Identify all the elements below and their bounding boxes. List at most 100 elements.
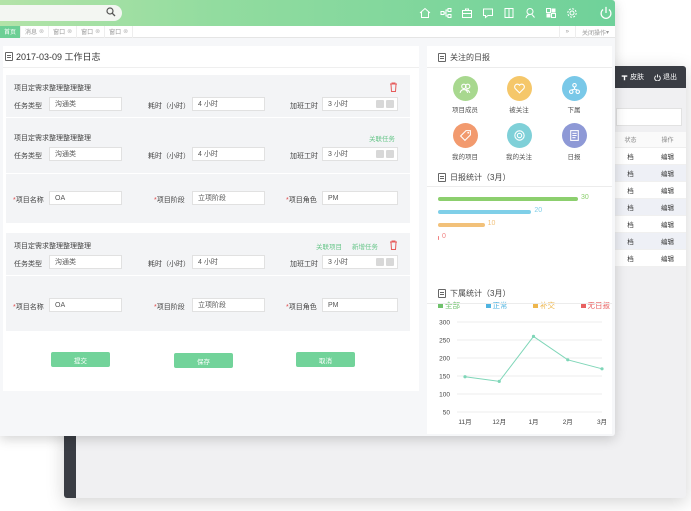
hours-label: 耗时（小时）: [148, 153, 190, 160]
search-icon[interactable]: [106, 7, 116, 17]
y-tick-label: 150: [439, 374, 450, 381]
org-chart-icon[interactable]: [435, 4, 456, 22]
legend-none[interactable]: 无日报: [580, 300, 610, 311]
document-icon: [438, 289, 446, 298]
cancel-button[interactable]: 取消: [296, 352, 355, 367]
report-icon[interactable]: [562, 123, 587, 148]
divider: [6, 117, 410, 118]
tab-window-1[interactable]: 窗口 ⊗: [49, 25, 78, 38]
y-tick-label: 250: [439, 338, 450, 345]
trash-icon[interactable]: [389, 82, 398, 92]
task-type-label: 任务类型: [14, 103, 42, 110]
project-role-field[interactable]: PM: [322, 298, 398, 312]
document-icon: [438, 173, 446, 182]
overtime-stepper[interactable]: [376, 258, 396, 268]
message-icon[interactable]: [477, 4, 498, 22]
power-icon[interactable]: [597, 4, 615, 22]
shortcut-label[interactable]: 被关注: [495, 104, 543, 114]
skin-icon: [621, 74, 628, 80]
target-icon[interactable]: [507, 123, 532, 148]
edit-link[interactable]: 编辑: [649, 253, 686, 263]
project-role-field[interactable]: PM: [322, 191, 398, 205]
shortcut-label[interactable]: 我的项目: [441, 151, 489, 161]
cell-status: 档: [627, 239, 634, 246]
cell-status: 档: [627, 188, 634, 195]
table-row: 档 编辑: [612, 199, 686, 216]
tab-scroll-button[interactable]: »: [558, 26, 575, 38]
overtime-label: 加班工时: [290, 153, 318, 160]
hours-field[interactable]: 4 小时: [192, 255, 265, 269]
skin-button[interactable]: 皮肤: [621, 72, 644, 82]
add-task-button[interactable]: 新增任务: [352, 241, 378, 251]
project-name-field[interactable]: OA: [49, 191, 122, 205]
tab-messages[interactable]: 消息 ⊗: [21, 25, 50, 38]
heart-icon[interactable]: [507, 76, 532, 101]
edit-link[interactable]: 编辑: [649, 168, 686, 178]
overtime-stepper[interactable]: [376, 150, 396, 160]
legend-late[interactable]: 补交: [533, 300, 555, 311]
close-icon[interactable]: ⊗: [39, 28, 44, 35]
edit-link[interactable]: 编辑: [649, 151, 686, 161]
y-tick-label: 100: [439, 392, 450, 399]
tab-window-3[interactable]: 窗口 ⊗: [105, 25, 134, 38]
task-type-field[interactable]: 沟通类: [49, 147, 122, 161]
sub-stats-title: 下属统计（3月）: [438, 288, 510, 299]
x-tick-label: 12月: [492, 418, 506, 426]
close-icon[interactable]: ⊗: [67, 28, 72, 35]
user-search-icon[interactable]: [519, 4, 540, 22]
project-role-label: *项目角色: [286, 304, 317, 311]
submit-button[interactable]: 提交: [51, 352, 110, 367]
link-task-button[interactable]: 关联任务: [369, 133, 395, 143]
close-icon[interactable]: ⊗: [123, 28, 128, 35]
members-icon[interactable]: [453, 76, 478, 101]
close-icon[interactable]: ⊗: [95, 28, 100, 35]
trash-icon[interactable]: [389, 240, 398, 250]
work-log-panel: 2017-03-09 工作日志 项目定需求整理整理整理 任务类型 沟通类 耗时（…: [3, 46, 419, 391]
data-point: [566, 358, 570, 362]
book-icon[interactable]: [498, 4, 519, 22]
project-stage-field[interactable]: 立项阶段: [192, 298, 265, 312]
briefcase-icon[interactable]: [456, 4, 477, 22]
project-stage-field[interactable]: 立项阶段: [192, 191, 265, 205]
y-tick-label: 50: [443, 410, 451, 417]
cell-status: 档: [627, 205, 634, 212]
overtime-stepper[interactable]: [376, 100, 396, 110]
hours-field[interactable]: 4 小时: [192, 147, 265, 161]
tag-icon[interactable]: [453, 123, 478, 148]
shortcut-label[interactable]: 下属: [550, 104, 598, 114]
power-icon: [654, 73, 661, 81]
background-header: 皮肤 退出: [612, 66, 686, 88]
link-project-button[interactable]: 关联项目: [316, 241, 342, 251]
close-operations-dropdown[interactable]: 关闭操作 ▾: [574, 26, 615, 38]
grid-icon[interactable]: [540, 4, 561, 22]
search-input[interactable]: [0, 5, 122, 21]
task-type-field[interactable]: 沟通类: [49, 97, 122, 111]
task-type-field[interactable]: 沟通类: [49, 255, 122, 269]
edit-link[interactable]: 编辑: [649, 236, 686, 246]
task-type-label: 任务类型: [14, 153, 42, 160]
tab-window-2[interactable]: 窗口 ⊗: [77, 25, 106, 38]
shortcut-label[interactable]: 项目成员: [441, 104, 489, 114]
document-icon: [5, 52, 13, 61]
edit-link[interactable]: 编辑: [649, 185, 686, 195]
edit-link[interactable]: 编辑: [649, 202, 686, 212]
edit-link[interactable]: 编辑: [649, 219, 686, 229]
org-icon[interactable]: [562, 76, 587, 101]
background-search-field[interactable]: [616, 108, 682, 126]
save-button[interactable]: 保存: [174, 353, 233, 368]
task-title: 项目定需求整理整理整理: [14, 243, 91, 250]
x-tick-label: 3月: [597, 418, 607, 426]
shortcut-label[interactable]: 我的关注: [495, 151, 543, 161]
tab-home[interactable]: 首页: [0, 25, 22, 38]
cell-status: 档: [627, 222, 634, 229]
gear-icon[interactable]: [561, 4, 582, 22]
project-name-field[interactable]: OA: [49, 298, 122, 312]
overtime-label: 加班工时: [290, 103, 318, 110]
legend-all[interactable]: 全部: [438, 300, 460, 311]
hours-field[interactable]: 4 小时: [192, 97, 265, 111]
shortcut-label[interactable]: 日报: [550, 151, 598, 161]
home-icon[interactable]: [414, 4, 435, 22]
legend-normal[interactable]: 正常: [485, 300, 508, 311]
logout-button[interactable]: 退出: [654, 72, 677, 82]
task-card-1: 项目定需求整理整理整理 任务类型 沟通类 耗时（小时） 4 小时 加班工时 3 …: [6, 75, 410, 223]
